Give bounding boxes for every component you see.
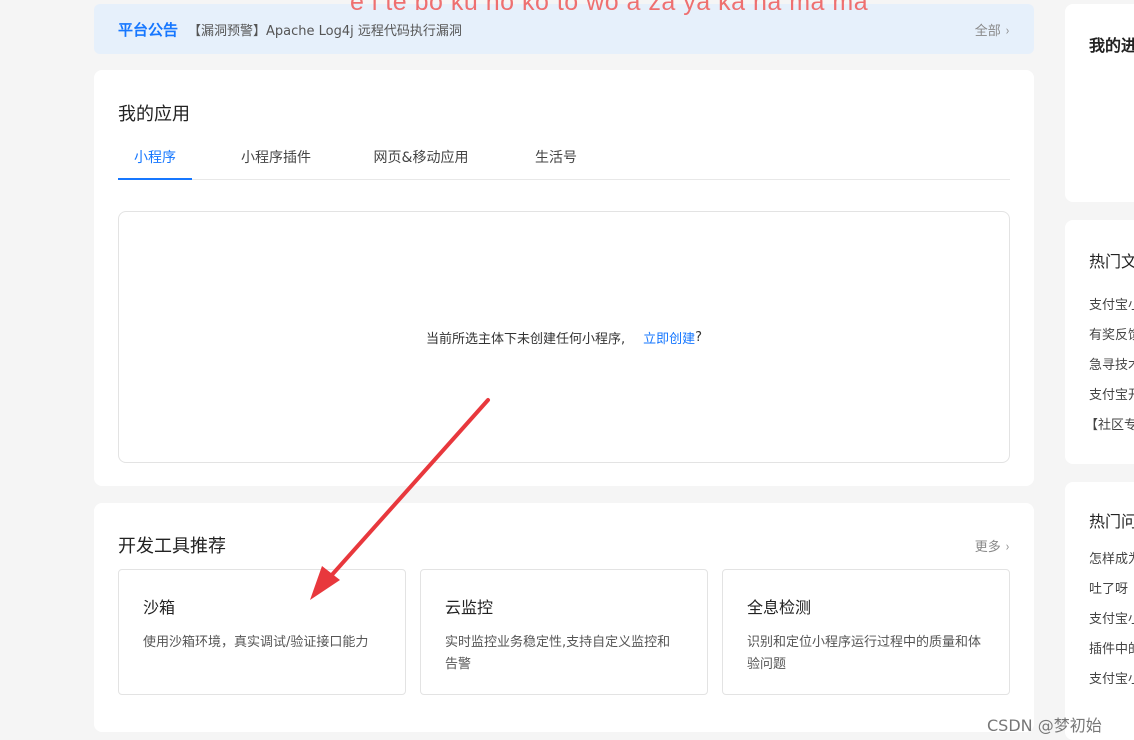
announcement-label: 平台公告 [118,20,179,39]
tool-description: 使用沙箱环境，真实调试/验证接口能力 [143,635,369,650]
chevron-right-icon: › [1005,540,1010,555]
my-apps-title: 我的应用 [118,104,190,125]
tool-card-holographic-test[interactable]: 全息检测 识别和定位小程序运行过程中的质量和体验问题 [722,569,1010,695]
hot-question-item[interactable]: 怎样成为 [1089,548,1134,567]
create-now-link[interactable]: 立即创建 [643,328,695,347]
hot-article-item[interactable]: 支付宝小 [1089,294,1134,313]
hot-question-item[interactable]: 支付宝小 [1089,668,1134,687]
hot-article-item[interactable]: 支付宝开 [1089,384,1134,403]
hot-question-item[interactable]: 吐了呀 [1089,578,1128,597]
my-progress-title: 我的进 [1089,36,1134,55]
tab-web-mobile-app[interactable]: 网页&移动应用 [362,140,480,178]
tool-title: 云监控 [445,598,494,617]
tool-title: 沙箱 [143,598,176,617]
more-label: 更多 [974,540,1001,555]
more-tools-link[interactable]: 更多 › [975,536,1010,555]
tool-card-cloud-monitor[interactable]: 云监控 实时监控业务稳定性,支持自定义监控和告警 [420,569,708,695]
tool-description: 实时监控业务稳定性,支持自定义监控和告警 [445,635,671,672]
view-all-label: 全部 [974,23,1001,39]
tool-description: 识别和定位小程序运行过程中的质量和体验问题 [747,635,982,672]
csdn-watermark: CSDN @梦初始 [987,716,1102,735]
empty-state-text: 当前所选主体下未创建任何小程序, [425,331,626,347]
hot-articles-title: 热门文 [1089,252,1134,271]
my-apps-card: 我的应用 小程序 小程序插件 网页&移动应用 生活号 当前所选主体下未创建任何小… [94,70,1034,486]
hot-questions-title: 热门问 [1089,512,1134,531]
announcement-text[interactable]: 【漏洞预警】Apache Log4j 远程代码执行漏洞 [188,20,975,39]
tool-card-sandbox[interactable]: 沙箱 使用沙箱环境，真实调试/验证接口能力 [118,569,406,695]
hot-articles-card: 热门文 支付宝小 有奖反馈 急寻技术 支付宝开 【社区专 [1065,220,1134,464]
dev-tools-title: 开发工具推荐 [118,536,226,557]
hot-article-item[interactable]: 【社区专 [1085,414,1134,433]
my-progress-card: 我的进 [1065,4,1134,202]
hot-article-item[interactable]: 有奖反馈 [1089,324,1134,343]
empty-state: 当前所选主体下未创建任何小程序, 立即创建 ? [118,211,1010,463]
hot-question-item[interactable]: 插件中的 [1089,638,1134,657]
tab-mini-program[interactable]: 小程序 [118,140,192,180]
view-all-announcements-link[interactable]: 全部 › [975,20,1010,39]
dev-tools-card: 开发工具推荐 更多 › 沙箱 使用沙箱环境，真实调试/验证接口能力 云监控 实时监… [94,503,1034,732]
chevron-right-icon: › [1005,23,1010,39]
app-type-tabs: 小程序 小程序插件 网页&移动应用 生活号 [118,140,1010,180]
question-mark: ? [695,329,703,345]
tab-mini-program-plugin[interactable]: 小程序插件 [226,140,326,178]
overlay-text: e i te bo ku no ko to wo a za ya ka na m… [350,0,869,16]
tab-life-account[interactable]: 生活号 [514,140,598,178]
tool-title: 全息检测 [747,598,812,617]
hot-questions-card: 热门问 怎样成为 吐了呀 支付宝小 插件中的 支付宝小 [1065,482,1134,740]
hot-question-item[interactable]: 支付宝小 [1089,608,1134,627]
hot-article-item[interactable]: 急寻技术 [1089,354,1134,373]
